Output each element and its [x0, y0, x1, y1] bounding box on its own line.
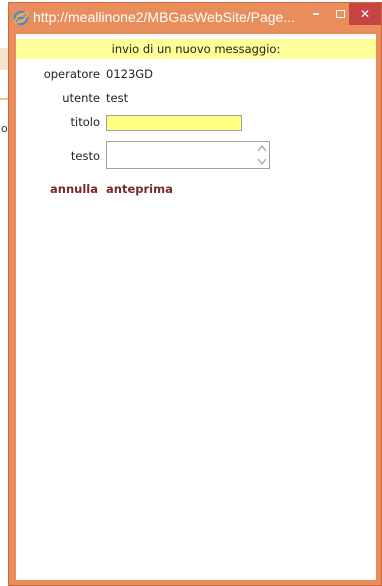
maximize-icon [335, 10, 345, 18]
internet-explorer-icon [13, 10, 29, 26]
annulla-link[interactable]: annulla [50, 182, 98, 196]
form-header: invio di un nuovo messaggio: [16, 39, 376, 59]
background-page-text: o [1, 122, 8, 135]
titolo-label: titolo [70, 115, 100, 129]
popup-window: http://meallinone2/MBGasWebSite/Page... … [8, 2, 382, 586]
textarea-spin-icon[interactable] [255, 142, 269, 168]
utente-label: utente [62, 91, 100, 105]
operatore-label: operatore [43, 67, 100, 81]
anteprima-link[interactable]: anteprima [106, 182, 173, 196]
operatore-value: 0123GD [106, 67, 154, 81]
titolo-input[interactable] [106, 115, 242, 131]
actions-row: annulla anteprima [16, 182, 376, 200]
minimize-button[interactable]: – [305, 3, 327, 25]
window-title: http://meallinone2/MBGasWebSite/Page... [33, 9, 295, 25]
maximize-button[interactable] [329, 3, 351, 25]
testo-textarea[interactable] [106, 141, 270, 169]
window-titlebar[interactable]: http://meallinone2/MBGasWebSite/Page... … [9, 3, 381, 33]
utente-row: utente test [16, 91, 376, 109]
titolo-row: titolo [16, 115, 376, 133]
operatore-row: operatore 0123GD [16, 67, 376, 85]
close-button[interactable]: ✕ [349, 3, 381, 25]
testo-row: testo [16, 141, 376, 171]
utente-value: test [106, 91, 129, 105]
testo-label: testo [70, 149, 100, 163]
close-icon: ✕ [359, 7, 371, 21]
page-content: invio di un nuovo messaggio: operatore 0… [16, 34, 376, 580]
